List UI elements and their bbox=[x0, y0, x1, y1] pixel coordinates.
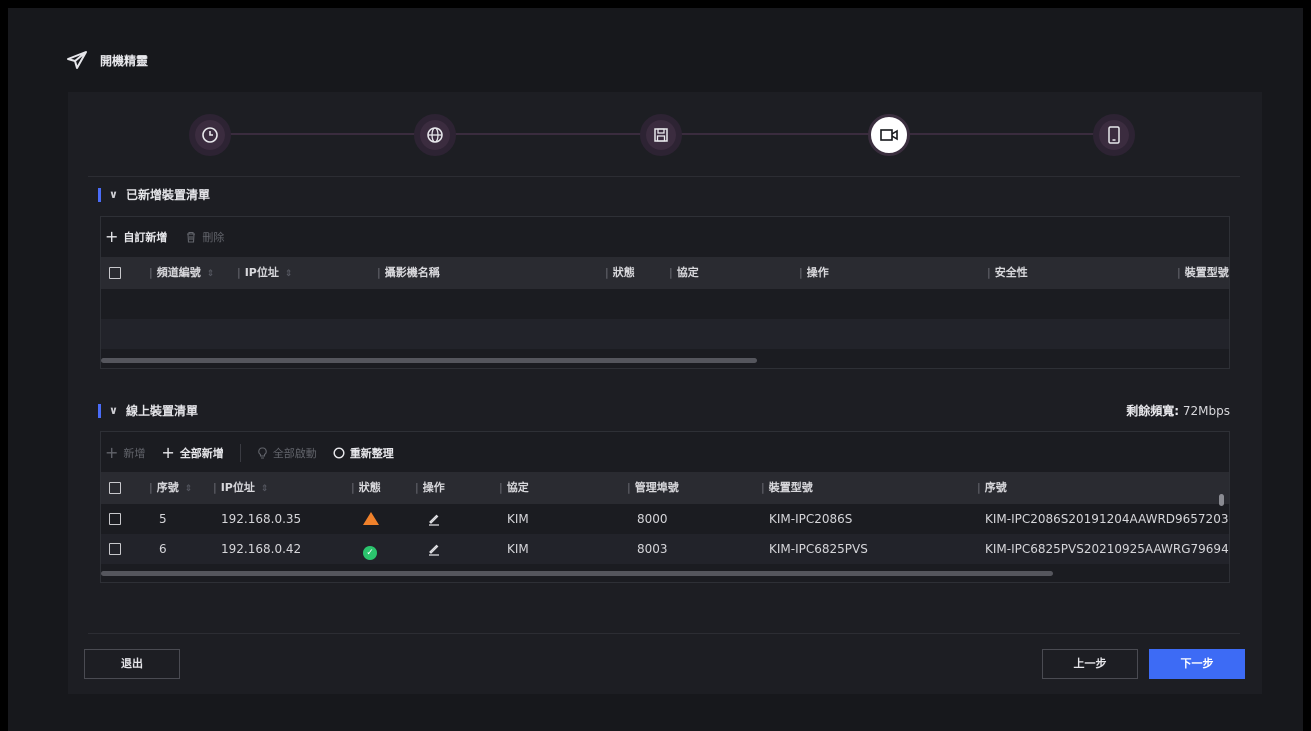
step-time[interactable] bbox=[189, 114, 231, 156]
col-ip[interactable]: | IP位址 ⇕ bbox=[237, 257, 292, 289]
clock-icon bbox=[202, 127, 218, 143]
cell-port: 8003 bbox=[637, 542, 668, 556]
step-storage[interactable] bbox=[640, 114, 682, 156]
chevron-down-icon[interactable]: ∨ bbox=[109, 404, 118, 417]
cell-operation bbox=[427, 504, 441, 534]
added-list-title: 已新增裝置清單 bbox=[125, 188, 210, 202]
custom-add-button[interactable]: + 自訂新增 bbox=[105, 229, 167, 245]
col-ip[interactable]: | IP位址 ⇕ bbox=[213, 472, 268, 504]
online-list-toolbar: + 新增 + 全部新增 全部啟動 重新整理 bbox=[101, 444, 394, 462]
delete-button[interactable]: 刪除 bbox=[185, 229, 224, 245]
edit-icon[interactable] bbox=[427, 542, 441, 556]
wizard-title: 開機精靈 bbox=[100, 53, 149, 68]
col-protocol[interactable]: | 協定 bbox=[669, 257, 699, 289]
plus-icon: + bbox=[105, 443, 119, 462]
add-all-button[interactable]: + 全部新增 bbox=[161, 445, 223, 461]
vertical-scrollbar[interactable] bbox=[1219, 494, 1224, 506]
cell-ip: 192.168.0.35 bbox=[221, 512, 302, 526]
online-list-box: + 新增 + 全部新增 全部啟動 重新整理 | 序號 ⇕ | IP位址 ⇕ | … bbox=[100, 431, 1230, 583]
accent-bar bbox=[98, 187, 101, 202]
activate-all-button[interactable]: 全部啟動 bbox=[257, 445, 317, 461]
added-list-box: + 自訂新增 刪除 | 頻道編號 ⇕ | IP位址 ⇕ | 攝影機名稱 | 狀態 | 協定 |… bbox=[100, 216, 1230, 369]
table-row bbox=[101, 319, 1229, 349]
col-management-port[interactable]: | 管理埠號 bbox=[627, 472, 679, 504]
cell-serial: KIM-IPC2086S20191204AAWRD9657203 bbox=[985, 512, 1229, 526]
col-device-model[interactable]: | 裝置型號 bbox=[761, 472, 813, 504]
plus-icon: + bbox=[161, 443, 175, 462]
cell-no: 6 bbox=[159, 542, 167, 556]
row-checkbox[interactable] bbox=[109, 543, 121, 555]
added-list-toolbar: + 自訂新增 刪除 bbox=[101, 229, 224, 245]
online-list-header[interactable]: ∨ 線上裝置清單 bbox=[98, 402, 198, 419]
edit-icon[interactable] bbox=[427, 512, 441, 526]
exit-button[interactable]: 退出 bbox=[84, 649, 180, 679]
wizard-header: 開機精靈 bbox=[66, 50, 148, 70]
accent-bar bbox=[98, 403, 101, 418]
cell-no: 5 bbox=[159, 512, 167, 526]
col-operation[interactable]: | 操作 bbox=[415, 472, 445, 504]
trash-icon bbox=[187, 231, 196, 243]
col-no[interactable]: | 序號 ⇕ bbox=[149, 472, 192, 504]
table-row[interactable]: 6 192.168.0.42 ✓ KIM 8003 KIM-IPC6825PVS… bbox=[101, 534, 1229, 564]
add-button[interactable]: + 新增 bbox=[105, 445, 145, 461]
cell-protocol: KIM bbox=[507, 542, 529, 556]
setup-wizard-screen: 開機精靈 ∨ 已新增裝置清單 + 自訂新增 刪除 | 頻道編號 ⇕ | IP位址… bbox=[8, 8, 1303, 731]
row-checkbox[interactable] bbox=[109, 513, 121, 525]
globe-icon bbox=[427, 127, 443, 143]
remaining-bandwidth: 剩餘頻寬: 72Mbps bbox=[1126, 404, 1230, 418]
step-mobile[interactable] bbox=[1093, 114, 1135, 156]
cell-ip: 192.168.0.42 bbox=[221, 542, 302, 556]
save-icon bbox=[654, 128, 668, 142]
steps-divider bbox=[88, 176, 1240, 177]
horizontal-scrollbar[interactable] bbox=[101, 358, 757, 363]
toolbar-divider bbox=[239, 444, 241, 462]
chevron-down-icon[interactable]: ∨ bbox=[109, 188, 118, 201]
step-camera[interactable] bbox=[868, 114, 910, 156]
bulb-icon bbox=[258, 447, 267, 459]
table-row bbox=[101, 289, 1229, 319]
next-button[interactable]: 下一步 bbox=[1149, 649, 1245, 679]
col-protocol[interactable]: | 協定 bbox=[499, 472, 529, 504]
footer-divider bbox=[88, 633, 1240, 634]
plus-icon: + bbox=[105, 227, 119, 246]
previous-button[interactable]: 上一步 bbox=[1042, 649, 1138, 679]
col-channel-no[interactable]: | 頻道編號 ⇕ bbox=[149, 257, 214, 289]
col-status[interactable]: | 狀態 bbox=[351, 472, 381, 504]
col-camera-name[interactable]: | 攝影機名稱 bbox=[377, 257, 440, 289]
select-all-checkbox[interactable] bbox=[109, 267, 121, 279]
col-status[interactable]: | 狀態 bbox=[605, 257, 635, 289]
cell-operation bbox=[427, 534, 441, 564]
cell-status bbox=[363, 504, 379, 534]
refresh-button[interactable]: 重新整理 bbox=[333, 445, 394, 461]
wizard-steps bbox=[68, 92, 1262, 178]
online-list-table-header: | 序號 ⇕ | IP位址 ⇕ | 狀態 | 操作 | 協定 | 管理埠號 | 裝置型號 | 序號 bbox=[101, 472, 1229, 504]
table-row[interactable]: 5 192.168.0.35 KIM 8000 KIM-IPC2086S KIM… bbox=[101, 504, 1229, 534]
cell-model: KIM-IPC2086S bbox=[769, 512, 853, 526]
cell-status: ✓ bbox=[363, 534, 377, 564]
cell-model: KIM-IPC6825PVS bbox=[769, 542, 868, 556]
mobile-icon bbox=[1108, 126, 1120, 144]
added-list-header[interactable]: ∨ 已新增裝置清單 bbox=[98, 186, 210, 203]
check-circle-icon: ✓ bbox=[363, 546, 377, 560]
cell-port: 8000 bbox=[637, 512, 668, 526]
paper-plane-icon bbox=[67, 51, 87, 69]
step-network[interactable] bbox=[414, 114, 456, 156]
cell-serial: KIM-IPC6825PVS20210925AAWRG79694 bbox=[985, 542, 1229, 556]
col-device-model[interactable]: | 裝置型號 bbox=[1177, 257, 1229, 289]
warning-icon bbox=[363, 512, 379, 525]
online-list-title: 線上裝置清單 bbox=[125, 404, 198, 418]
col-security[interactable]: | 安全性 bbox=[987, 257, 1028, 289]
col-operation[interactable]: | 操作 bbox=[799, 257, 829, 289]
added-list-table-header: | 頻道編號 ⇕ | IP位址 ⇕ | 攝影機名稱 | 狀態 | 協定 | 操作 | 安全性 | 裝… bbox=[101, 257, 1229, 289]
camera-icon bbox=[880, 129, 898, 141]
col-serial[interactable]: | 序號 bbox=[977, 472, 1007, 504]
cell-protocol: KIM bbox=[507, 512, 529, 526]
wizard-panel: ∨ 已新增裝置清單 + 自訂新增 刪除 | 頻道編號 ⇕ | IP位址 ⇕ | … bbox=[68, 92, 1262, 694]
select-all-checkbox[interactable] bbox=[109, 482, 121, 494]
refresh-icon bbox=[333, 447, 345, 459]
horizontal-scrollbar[interactable] bbox=[101, 571, 1053, 576]
